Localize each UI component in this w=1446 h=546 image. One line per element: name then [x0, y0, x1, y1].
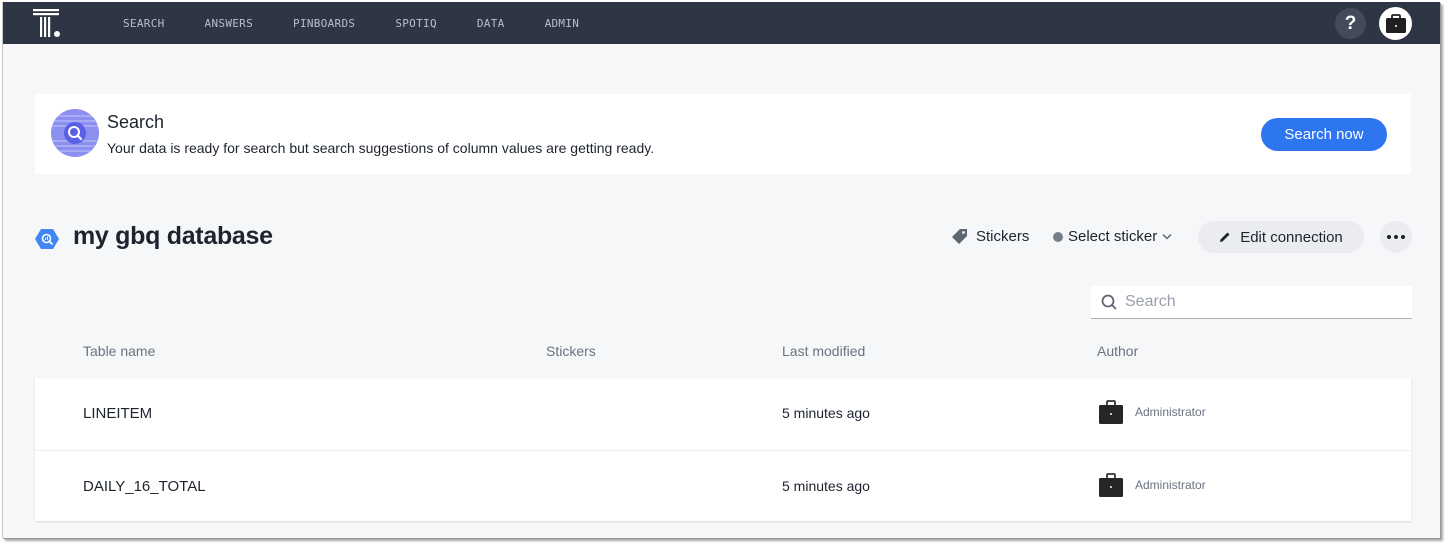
table-row[interactable]: LINEITEM 5 minutes ago Administrator: [35, 378, 1411, 449]
nav-item-answers[interactable]: ANSWERS: [205, 17, 253, 30]
column-header-author[interactable]: Author: [1097, 343, 1138, 359]
bigquery-icon: [35, 227, 59, 251]
column-header-last-modified[interactable]: Last modified: [782, 343, 865, 359]
pencil-icon: [1220, 232, 1230, 242]
last-modified-cell: 5 minutes ago: [782, 405, 870, 421]
thoughtspot-logo-icon[interactable]: [31, 7, 63, 39]
table-row[interactable]: DAILY_16_TOTAL 5 minutes ago Administrat…: [35, 450, 1411, 521]
nav-menu: SEARCH ANSWERS PINBOARDS SPOTIQ DATA ADM…: [123, 2, 619, 44]
column-header-table-name[interactable]: Table name: [83, 343, 155, 359]
edit-connection-label: Edit connection: [1240, 228, 1343, 246]
briefcase-icon: [1099, 473, 1123, 497]
author-name: Administrator: [1135, 478, 1206, 492]
column-header-stickers[interactable]: Stickers: [546, 343, 596, 359]
more-dot-icon: [1387, 235, 1391, 239]
author-cell: Administrator: [1099, 473, 1206, 497]
table-search-input[interactable]: [1125, 293, 1385, 311]
user-avatar[interactable]: [1379, 7, 1412, 40]
select-sticker-label: Select sticker: [1068, 228, 1158, 245]
banner-title: Search: [107, 112, 165, 132]
select-sticker-dropdown[interactable]: Select sticker: [1053, 228, 1172, 245]
nav-item-data[interactable]: DATA: [477, 17, 505, 30]
search-now-button[interactable]: Search now: [1261, 118, 1387, 151]
search-icon: [1101, 294, 1117, 310]
chevron-down-icon: [1162, 233, 1172, 240]
edit-connection-button[interactable]: Edit connection: [1198, 221, 1364, 253]
more-options-button[interactable]: [1380, 221, 1412, 253]
banner-description: Your data is ready for search but search…: [107, 140, 655, 156]
table-name-cell[interactable]: DAILY_16_TOTAL: [83, 478, 206, 495]
author-name: Administrator: [1135, 405, 1206, 419]
nav-item-search[interactable]: SEARCH: [123, 17, 165, 30]
sticker-color-dot: [1053, 231, 1063, 242]
top-navigation-bar: SEARCH ANSWERS PINBOARDS SPOTIQ DATA ADM…: [3, 2, 1440, 44]
stickers-button[interactable]: Stickers: [951, 228, 1029, 245]
more-dot-icon: [1401, 235, 1405, 239]
search-ready-banner: Search Your data is ready for search but…: [35, 94, 1411, 174]
author-cell: Administrator: [1099, 400, 1206, 424]
table-search-box: [1091, 286, 1412, 319]
stickers-label: Stickers: [976, 228, 1030, 245]
connection-title: my gbq database: [73, 222, 273, 250]
last-modified-cell: 5 minutes ago: [782, 478, 870, 494]
help-button[interactable]: ?: [1335, 8, 1366, 39]
table-name-cell[interactable]: LINEITEM: [83, 405, 152, 422]
nav-item-pinboards[interactable]: PINBOARDS: [293, 17, 355, 30]
nav-item-spotiq[interactable]: SPOTIQ: [395, 17, 437, 30]
briefcase-icon: [1099, 400, 1123, 424]
app-window: SEARCH ANSWERS PINBOARDS SPOTIQ DATA ADM…: [2, 2, 1440, 538]
briefcase-icon: [1385, 13, 1406, 33]
search-icon: [51, 109, 99, 157]
more-dot-icon: [1394, 235, 1398, 239]
nav-item-admin[interactable]: ADMIN: [545, 17, 580, 30]
tables-list: LINEITEM 5 minutes ago Administrator DAI…: [35, 378, 1411, 521]
tag-icon: [952, 229, 967, 244]
